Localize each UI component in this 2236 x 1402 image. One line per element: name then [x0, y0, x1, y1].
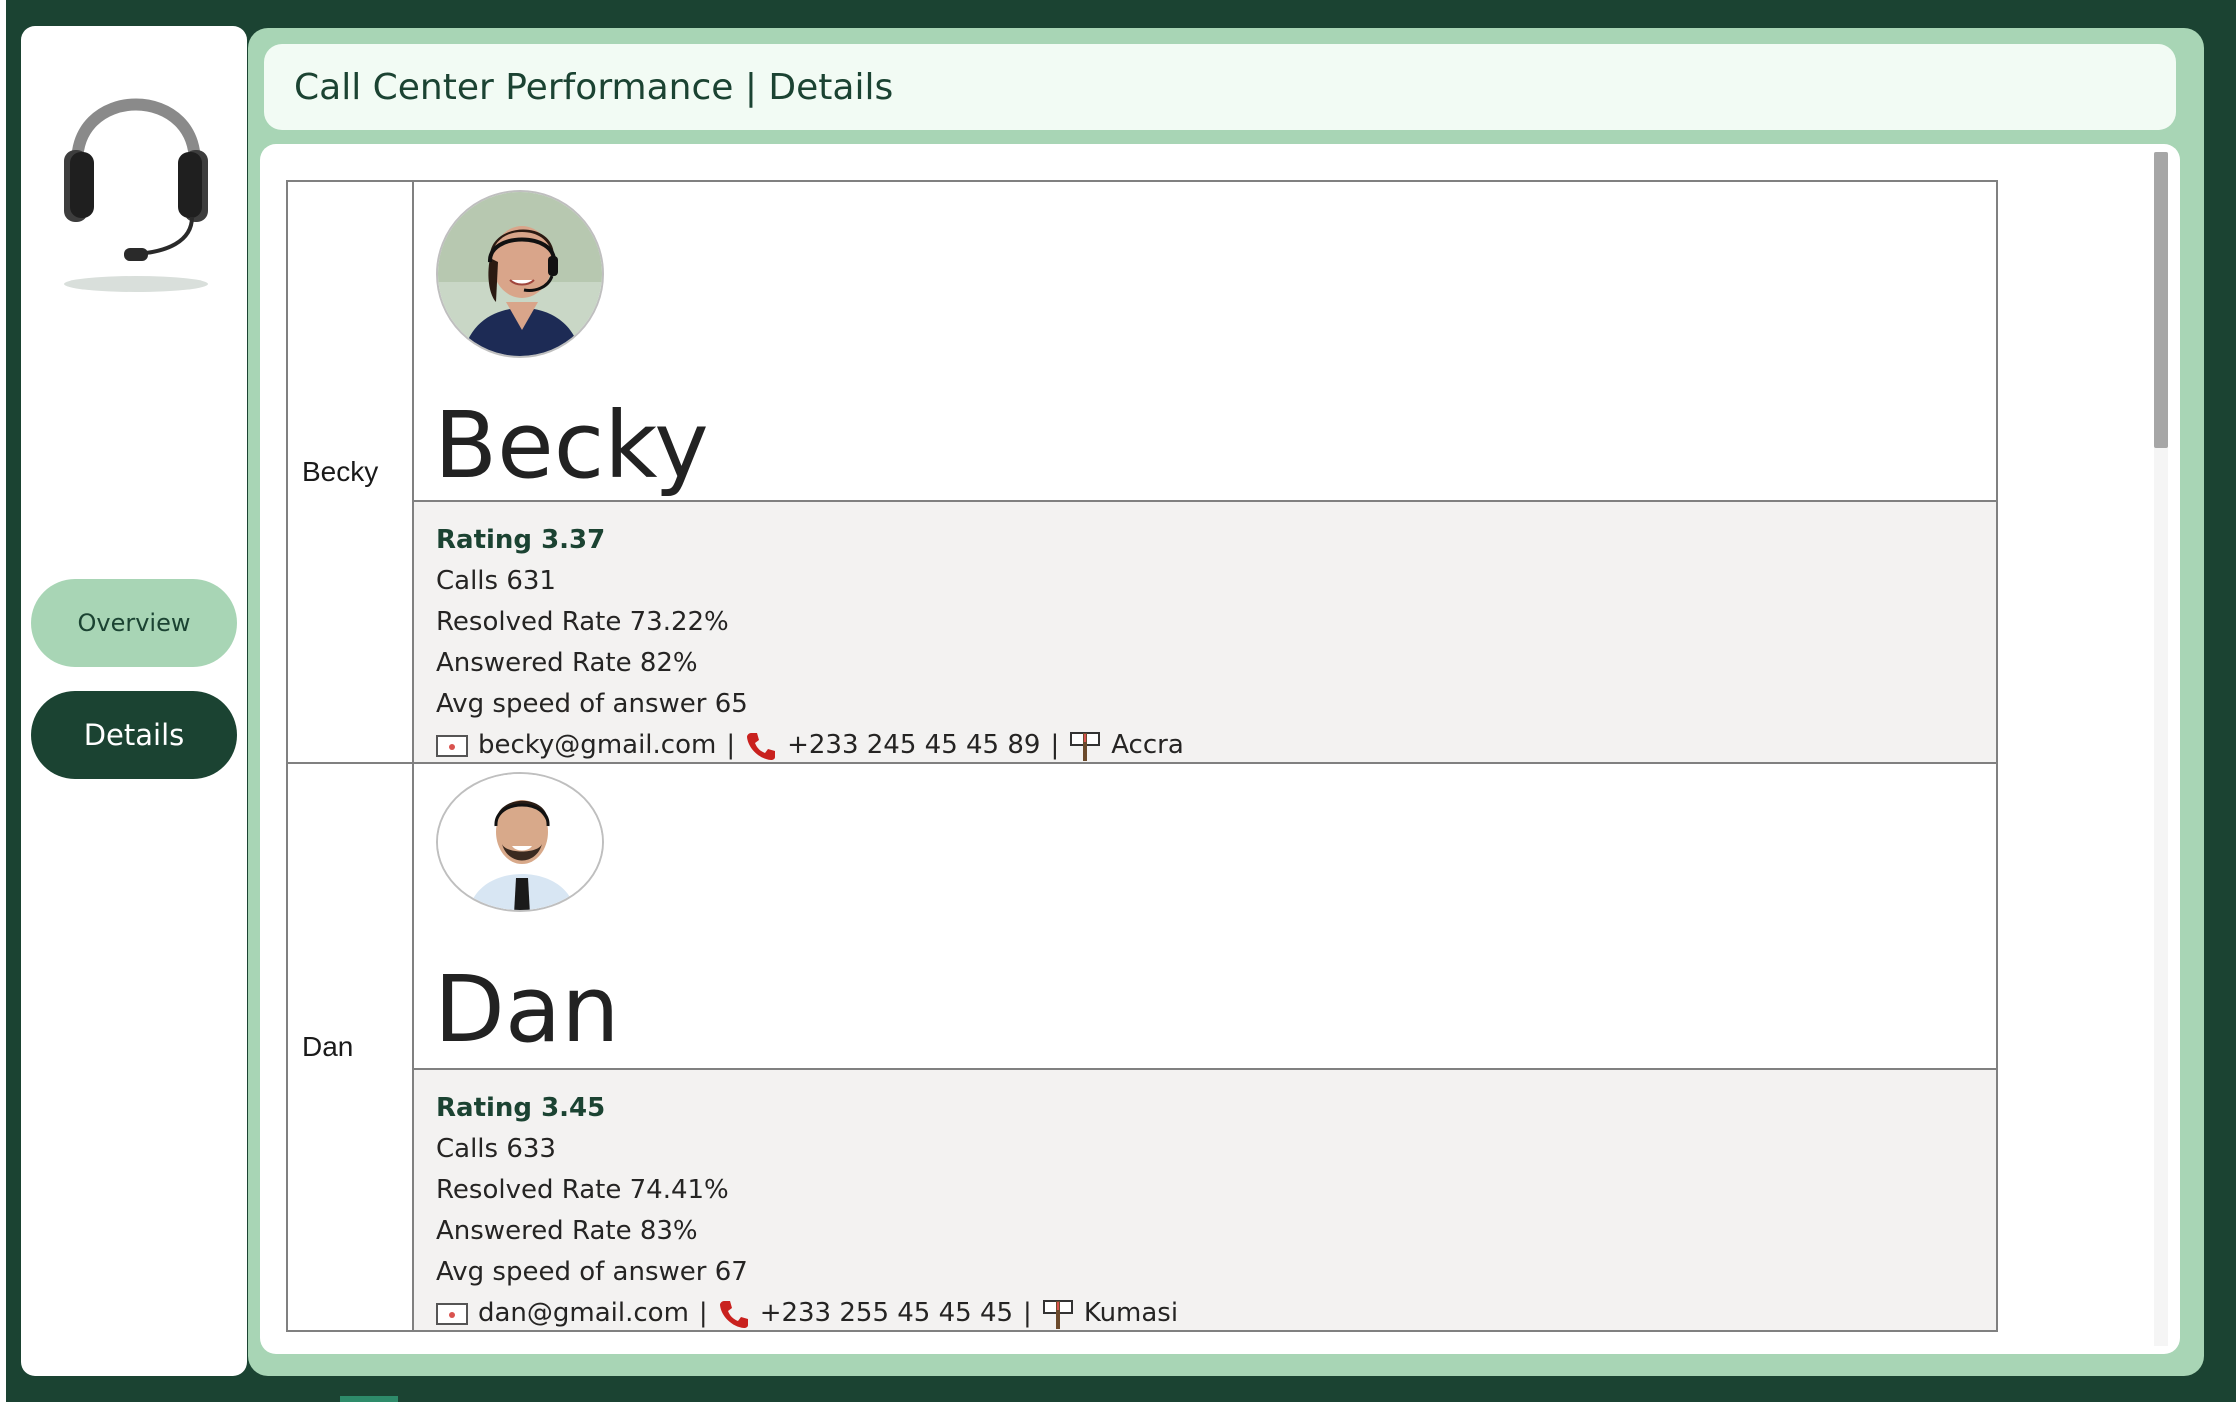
- agent-table: Becky Becky Rating 3.37 Calls 631 Resolv…: [286, 180, 1998, 1332]
- email-value: becky@gmail.com: [478, 730, 717, 760]
- profile-header: Dan: [414, 764, 1996, 1070]
- separator: |: [698, 1298, 708, 1328]
- contact-line: becky@gmail.com | +233 245 45 45 89 | Ac…: [436, 725, 1974, 766]
- calls-value: Calls 631: [436, 566, 556, 596]
- city-value: Kumasi: [1083, 1298, 1179, 1328]
- details-panel: Becky Becky Rating 3.37 Calls 631 Resolv…: [260, 144, 2180, 1354]
- overview-button-label: Overview: [77, 609, 191, 637]
- agent-card: Dan Rating 3.45 Calls 633 Resolved Rate …: [414, 764, 1996, 1330]
- separator: |: [1050, 730, 1060, 760]
- title-bar: Call Center Performance | Details: [264, 44, 2176, 130]
- avatar: [436, 190, 604, 358]
- main-frame: Call Center Performance | Details Becky: [248, 28, 2204, 1376]
- signpost-icon: [1070, 731, 1101, 761]
- window-edge: [0, 0, 6, 1402]
- rating-value: Rating 3.45: [436, 1093, 606, 1123]
- envelope-icon: [436, 734, 468, 757]
- phone-icon: [747, 732, 776, 760]
- email-value: dan@gmail.com: [478, 1298, 689, 1328]
- signpost-icon: [1042, 1299, 1073, 1329]
- rating-value: Rating 3.37: [436, 525, 606, 555]
- answered-rate-value: Answered Rate 83%: [436, 1216, 698, 1246]
- agent-stats: Rating 3.37 Calls 631 Resolved Rate 73.2…: [414, 502, 1996, 762]
- bottom-tab-indicator: [340, 1396, 398, 1402]
- calls-value: Calls 633: [436, 1134, 556, 1164]
- phone-icon: [719, 1300, 748, 1328]
- separator: |: [1023, 1298, 1032, 1328]
- sidebar: Overview Details: [21, 26, 247, 1376]
- separator: |: [726, 730, 736, 760]
- details-button-label: Details: [83, 718, 185, 752]
- phone-value: +233 255 45 45 45: [759, 1298, 1014, 1328]
- row-label: Becky: [288, 182, 414, 762]
- scrollbar-thumb[interactable]: [2154, 152, 2168, 448]
- avg-speed-value: Avg speed of answer 65: [436, 689, 748, 719]
- row-label: Dan: [288, 764, 414, 1330]
- profile-header: Becky: [414, 182, 1996, 502]
- table-row: Dan Dan Rating 3.45 Calls 633 Resolved R…: [288, 764, 1996, 1332]
- agent-name: Becky: [434, 392, 709, 499]
- envelope-icon: [436, 1302, 468, 1325]
- avatar: [436, 772, 604, 912]
- agent-card: Becky Rating 3.37 Calls 631 Resolved Rat…: [414, 182, 1996, 762]
- headset-icon: [64, 98, 208, 292]
- resolved-rate-value: Resolved Rate 74.41%: [436, 1175, 729, 1205]
- phone-value: +233 245 45 45 89: [787, 730, 1041, 760]
- contact-line: dan@gmail.com | +233 255 45 45 45 | Kuma…: [436, 1293, 1974, 1334]
- table-row: Becky Becky Rating 3.37 Calls 631 Resolv…: [288, 182, 1996, 764]
- agent-name: Dan: [434, 956, 620, 1063]
- details-button[interactable]: Details: [31, 691, 237, 779]
- answered-rate-value: Answered Rate 82%: [436, 648, 698, 678]
- resolved-rate-value: Resolved Rate 73.22%: [436, 607, 729, 637]
- page-title: Call Center Performance | Details: [294, 66, 894, 108]
- avg-speed-value: Avg speed of answer 67: [436, 1257, 748, 1287]
- city-value: Accra: [1111, 730, 1184, 760]
- overview-button[interactable]: Overview: [31, 579, 237, 667]
- agent-stats: Rating 3.45 Calls 633 Resolved Rate 74.4…: [414, 1070, 1996, 1330]
